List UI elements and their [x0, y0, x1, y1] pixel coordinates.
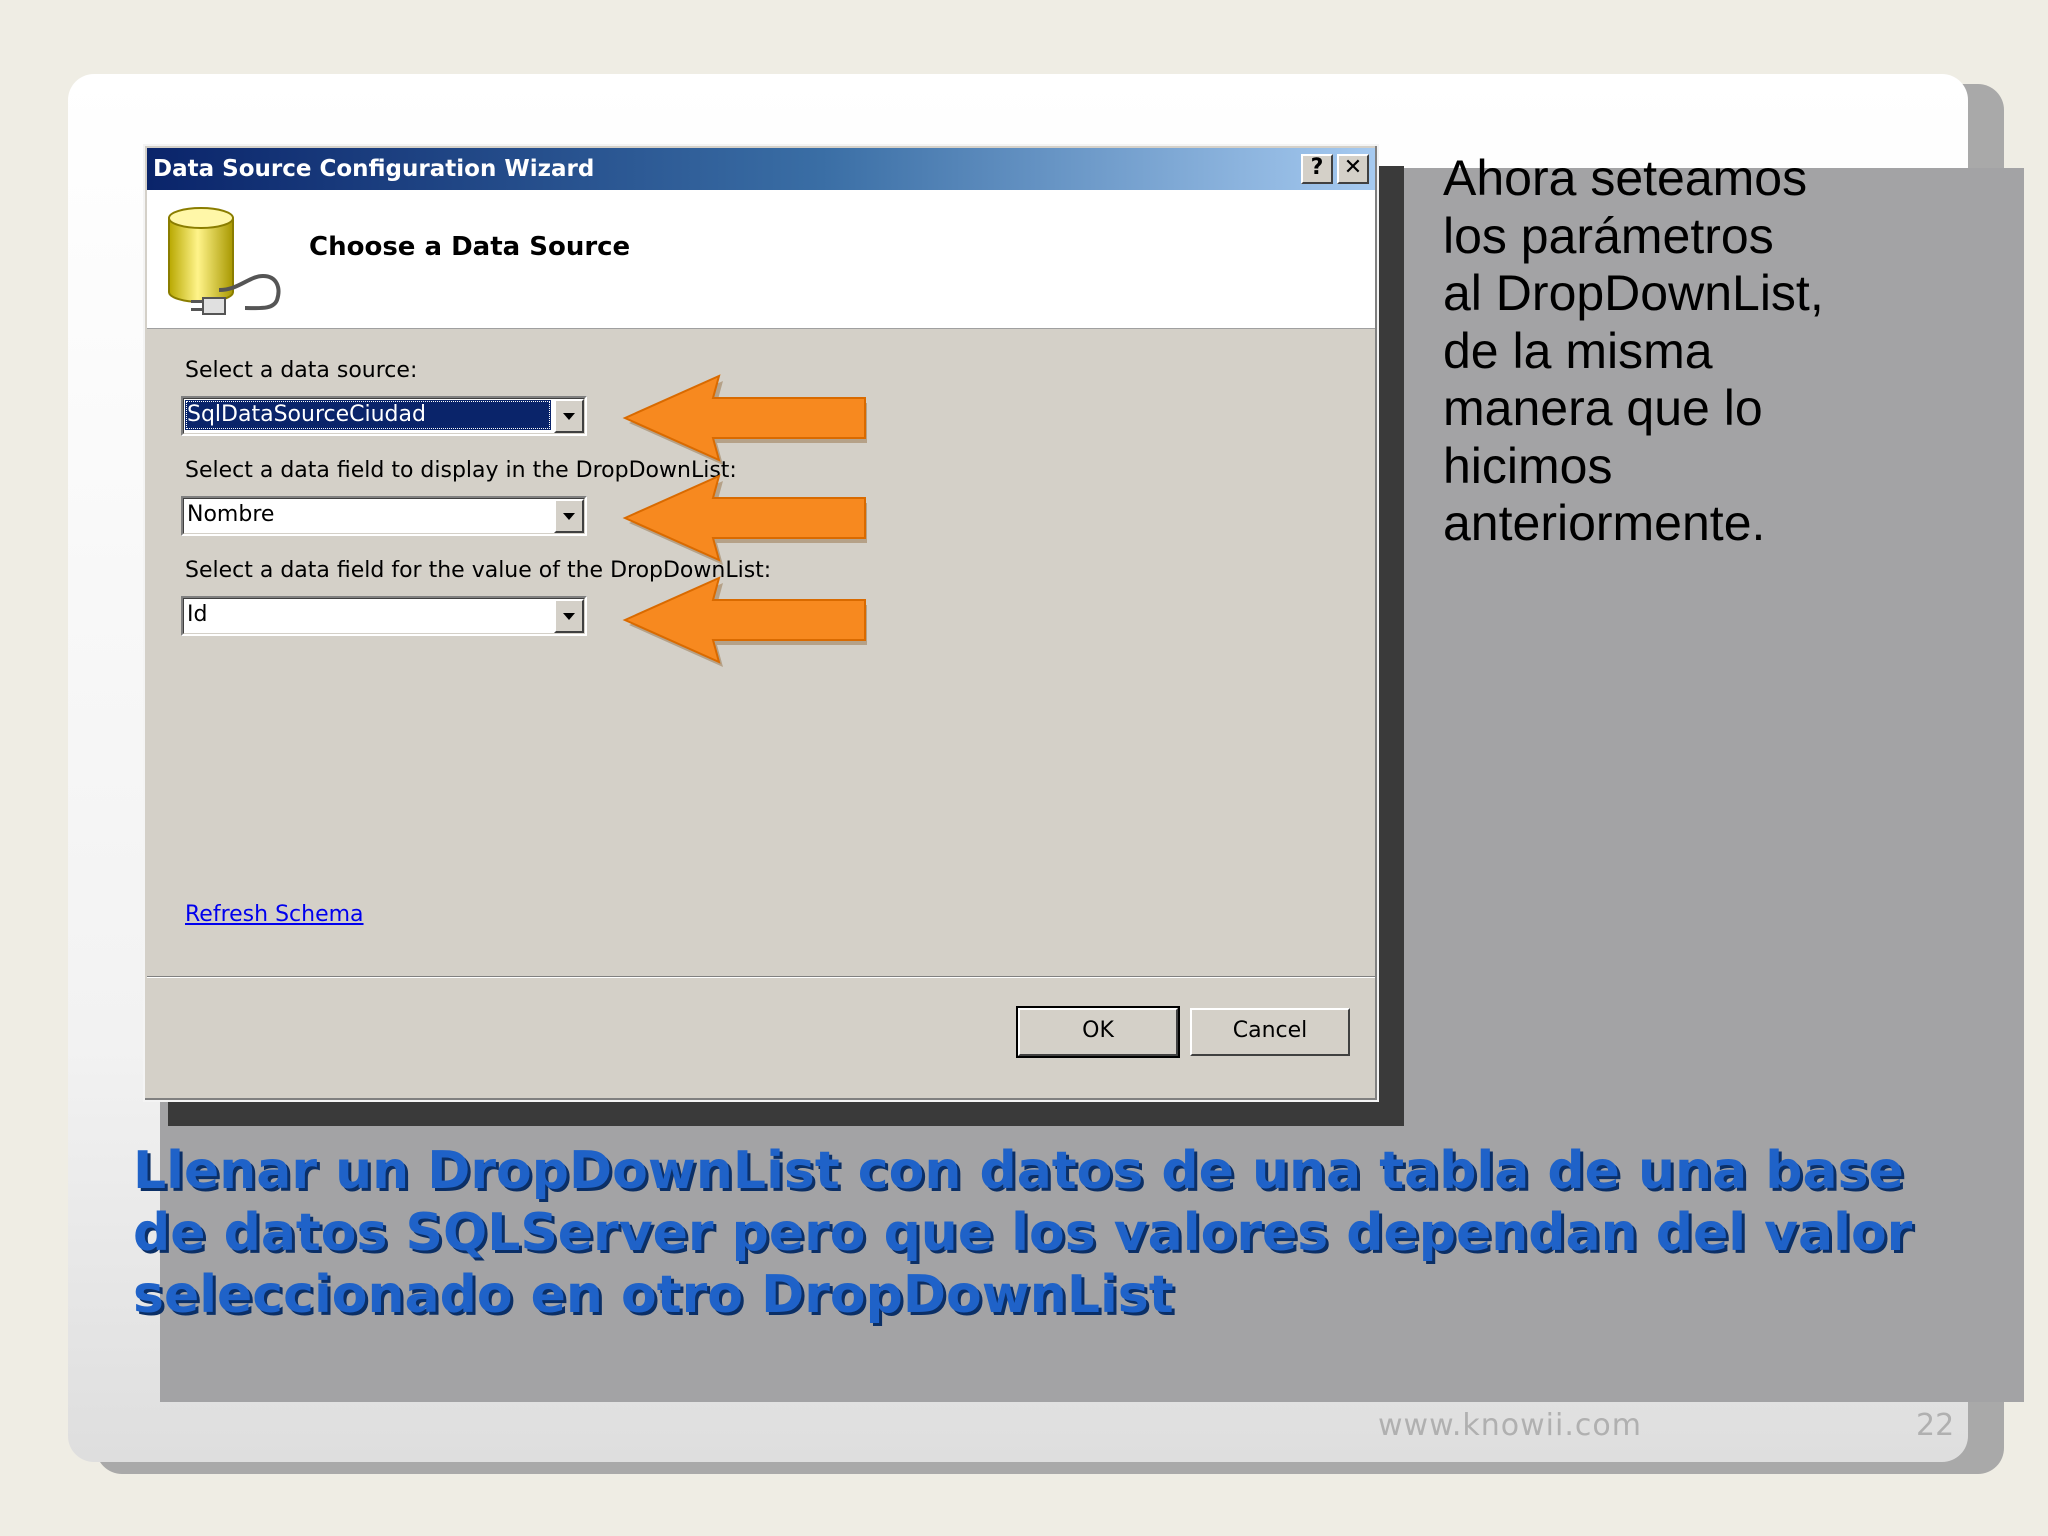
dialog-titlebar[interactable]: Data Source Configuration Wizard ? ✕	[147, 148, 1375, 190]
wizard-header: Choose a Data Source	[147, 190, 1375, 329]
slide-caption: Llenar un DropDownList con datos de una …	[133, 1141, 1913, 1325]
footer-url: www.knowii.com	[1378, 1408, 1642, 1443]
display-field-dropdown[interactable]: Nombre	[181, 496, 587, 536]
value-field-value: Id	[187, 602, 208, 627]
close-button[interactable]: ✕	[1337, 154, 1369, 184]
dialog-title: Data Source Configuration Wizard	[153, 156, 595, 182]
chevron-down-icon[interactable]	[554, 399, 584, 433]
data-source-label: Select a data source:	[185, 358, 418, 383]
ok-button[interactable]: OK	[1016, 1006, 1180, 1058]
refresh-schema-link[interactable]: Refresh Schema	[185, 902, 364, 927]
chevron-down-icon[interactable]	[554, 599, 584, 633]
data-source-dropdown[interactable]: SqlDataSourceCiudad	[181, 396, 587, 436]
database-plug-icon	[168, 207, 281, 315]
value-field-dropdown[interactable]: Id	[181, 596, 587, 636]
arrow-left-icon	[622, 374, 867, 465]
button-separator	[147, 976, 1375, 978]
data-source-value: SqlDataSourceCiudad	[185, 400, 551, 430]
display-field-value: Nombre	[187, 502, 275, 527]
side-text: Ahora seteamos los parámetros al DropDow…	[1443, 150, 1824, 551]
wizard-dialog: Data Source Configuration Wizard ? ✕ Cho…	[143, 144, 1379, 1102]
arrow-left-icon	[622, 576, 867, 667]
cancel-button[interactable]: Cancel	[1190, 1008, 1350, 1056]
arrow-left-icon	[622, 474, 867, 565]
wizard-step-title: Choose a Data Source	[309, 232, 631, 262]
chevron-down-icon[interactable]	[554, 499, 584, 533]
page-number: 22	[1916, 1408, 1955, 1443]
help-button[interactable]: ?	[1301, 154, 1333, 184]
